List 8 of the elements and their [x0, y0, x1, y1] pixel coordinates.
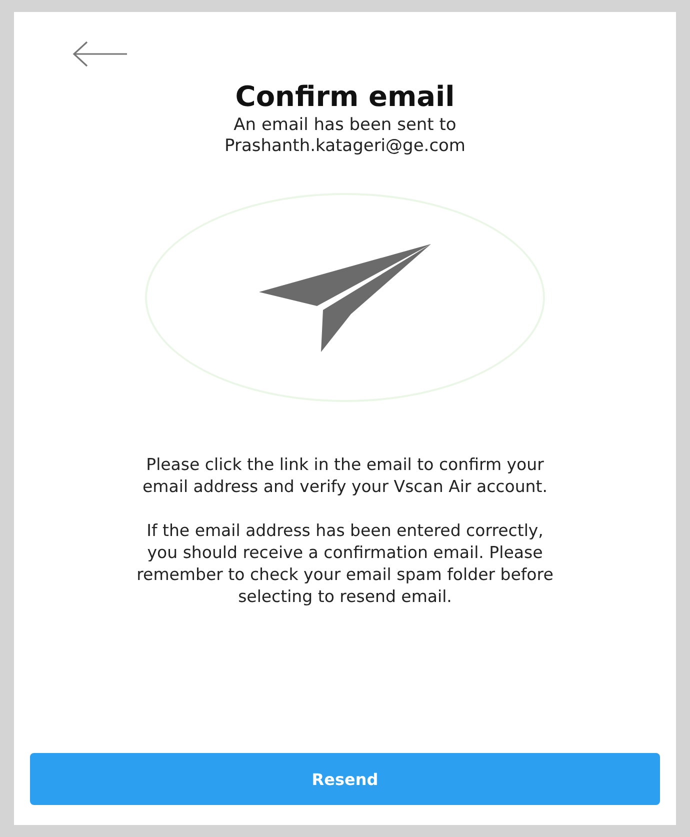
instruction-text: If the email address has been entered correctly, you should receive a confirmation email. Please remember to check your email spam folder before selecting to resend email.	[136, 520, 554, 608]
instruction-text: Please click the link in the email to confirm your email address and verify your Vscan Air account.	[142, 454, 548, 498]
back-arrow-icon[interactable]	[72, 40, 128, 68]
page-title: Confirm email	[235, 80, 455, 113]
subtitle-text: An email has been sent to	[234, 115, 456, 136]
resend-button[interactable]: Resend	[30, 753, 660, 805]
paper-plane-icon	[259, 244, 431, 352]
subtitle-text: Prashanth.katageri@ge.com	[224, 136, 466, 157]
